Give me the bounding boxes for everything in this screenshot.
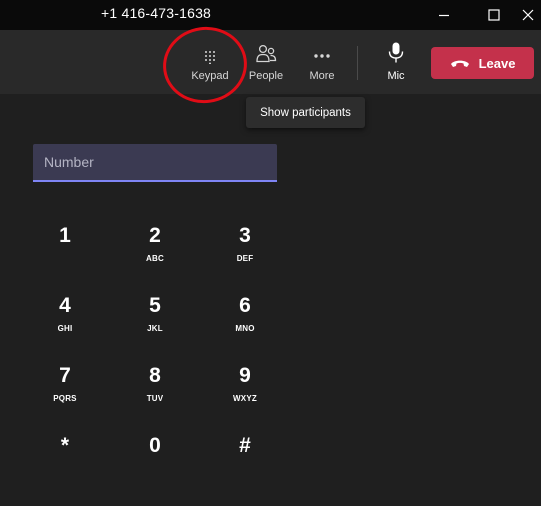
close-icon — [522, 9, 533, 21]
key-letters: GHI — [57, 324, 73, 333]
key-digit: # — [239, 434, 251, 457]
key-letters: JKL — [147, 324, 163, 333]
tooltip-text: Show participants — [260, 106, 351, 119]
key-letters: WXYZ — [233, 394, 257, 403]
key-letters: MNO — [235, 324, 255, 333]
toolbar-divider — [357, 46, 358, 80]
leave-label: Leave — [478, 55, 516, 71]
minimize-button[interactable] — [424, 0, 464, 30]
key-digit: 3 — [239, 224, 251, 247]
key-letters: PQRS — [53, 394, 77, 403]
key-digit: 9 — [239, 364, 251, 387]
key-digit: 4 — [59, 294, 71, 317]
leave-button[interactable]: Leave — [431, 47, 534, 79]
mic-button[interactable]: Mic — [368, 30, 424, 94]
key-letters: DEF — [236, 254, 254, 263]
key-digit: 8 — [149, 364, 161, 387]
key-digit: 5 — [149, 294, 161, 317]
key-star[interactable]: * — [30, 434, 100, 492]
keypad-button[interactable]: Keypad — [182, 30, 238, 94]
people-icon — [256, 44, 277, 63]
maximize-icon — [488, 9, 500, 21]
more-options-icon — [314, 54, 330, 58]
keypad-label: Keypad — [191, 70, 229, 82]
key-9[interactable]: 9 WXYZ — [210, 364, 280, 422]
key-3[interactable]: 3 DEF — [210, 224, 280, 282]
show-participants-tooltip: Show participants — [246, 97, 365, 128]
key-digit: 7 — [59, 364, 71, 387]
minimize-icon — [439, 14, 449, 17]
key-8[interactable]: 8 TUV — [120, 364, 190, 422]
mic-label: Mic — [387, 70, 405, 82]
key-hash[interactable]: # — [210, 434, 280, 492]
more-label: More — [309, 70, 335, 82]
key-2[interactable]: 2 ABC — [120, 224, 190, 282]
close-button[interactable] — [514, 0, 541, 30]
key-letters: TUV — [146, 394, 164, 403]
key-digit: 2 — [149, 224, 161, 247]
key-4[interactable]: 4 GHI — [30, 294, 100, 352]
key-digit: * — [60, 434, 70, 457]
number-input[interactable] — [33, 144, 277, 182]
maximize-button[interactable] — [474, 0, 514, 30]
key-7[interactable]: 7 PQRS — [30, 364, 100, 422]
people-button[interactable]: People — [238, 30, 294, 94]
key-digit: 6 — [239, 294, 251, 317]
key-0[interactable]: 0 — [120, 434, 190, 492]
people-label: People — [248, 70, 284, 82]
key-digit: 1 — [59, 224, 71, 247]
dialpad-icon — [205, 51, 215, 64]
key-1[interactable]: 1 — [30, 224, 100, 282]
microphone-icon — [388, 42, 404, 63]
key-5[interactable]: 5 JKL — [120, 294, 190, 352]
key-digit: 0 — [149, 434, 161, 457]
hang-up-icon — [450, 60, 469, 67]
title-bar: +1 416-473-1638 — [0, 0, 541, 30]
window-title: +1 416-473-1638 — [101, 5, 212, 21]
more-button[interactable]: More — [294, 30, 350, 94]
key-letters: ABC — [146, 254, 164, 263]
key-6[interactable]: 6 MNO — [210, 294, 280, 352]
